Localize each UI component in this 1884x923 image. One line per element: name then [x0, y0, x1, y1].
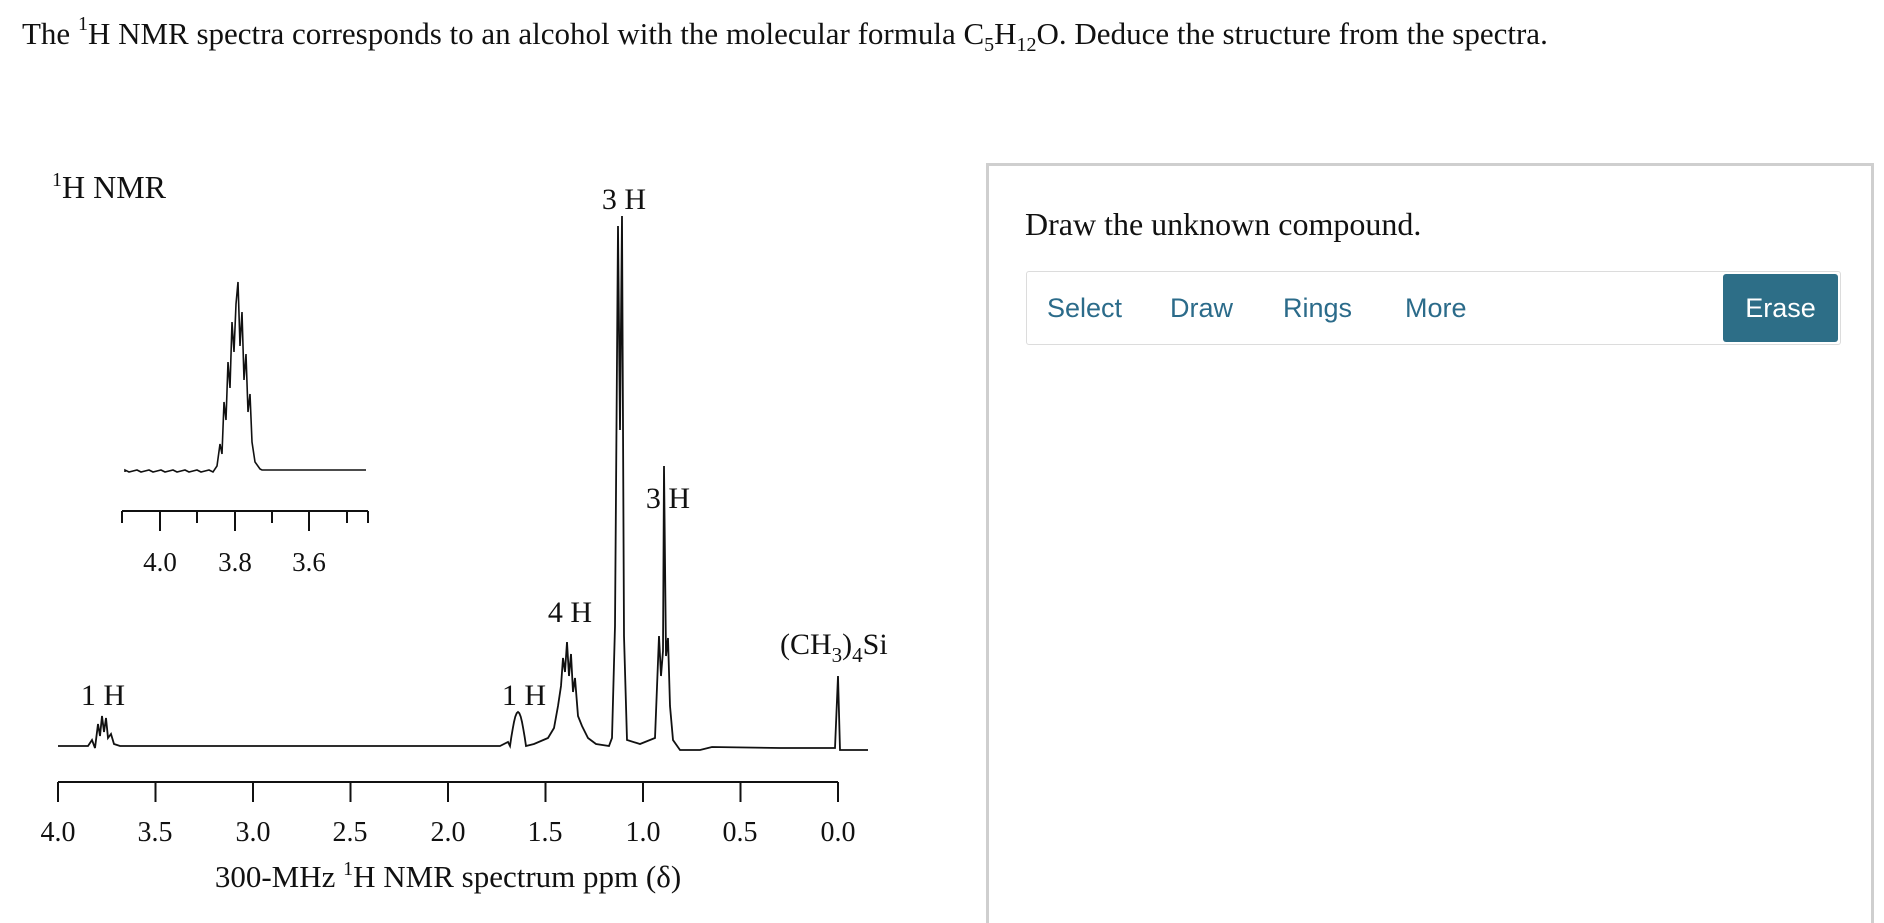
- peak-label-1-6: 1 H: [502, 679, 546, 712]
- x-tick-label: 4.0: [41, 817, 76, 848]
- draw-prompt: Draw the unknown compound.: [1025, 206, 1422, 242]
- inset-trace: [124, 281, 366, 474]
- drawing-canvas[interactable]: [1026, 356, 1841, 916]
- question-part: H NMR spectra corresponds to an alcohol …: [87, 16, 985, 51]
- rings-tool-button[interactable]: Rings: [1283, 272, 1352, 344]
- spectrum-title: 1H NMR: [52, 169, 167, 205]
- erase-button[interactable]: Erase: [1723, 274, 1838, 342]
- x-tick-label: 3.5: [138, 817, 173, 848]
- peak-label-3-7: 1 H: [81, 679, 125, 712]
- question-part: The: [22, 16, 78, 51]
- x-axis-tick-labels: 4.0 3.5 3.0 2.5 2.0 1.5 1.0 0.5 0.0: [41, 817, 856, 848]
- select-tool-button[interactable]: Select: [1047, 272, 1122, 344]
- x-tick-label: 3.0: [236, 817, 271, 848]
- drawing-panel: Draw the unknown compound. Select Draw R…: [986, 163, 1874, 923]
- question-text: The 1H NMR spectra corresponds to an alc…: [22, 12, 1872, 56]
- nmr-spectrum-chart: 1H NMR 4.0 3.8 3.6 1 H 1 H 4 H 3 H 3 H (…: [41, 169, 888, 894]
- superscript-one: 1: [77, 13, 88, 35]
- inset-tick-label: 3.8: [218, 547, 252, 577]
- x-tick-label: 0.0: [821, 817, 856, 848]
- x-tick-label: 2.0: [431, 817, 466, 848]
- peak-label-1-4: 4 H: [548, 596, 592, 629]
- peak-label-1-12: 3 H: [602, 183, 646, 216]
- spectrum-trace: [58, 215, 868, 751]
- x-tick-label: 2.5: [333, 817, 368, 848]
- inset-tick-label: 4.0: [143, 547, 177, 577]
- x-axis-label: 300-MHz 1H NMR spectrum ppm (δ): [215, 858, 681, 894]
- question-part: O. Deduce the structure from the spectra…: [1036, 16, 1548, 51]
- question-part: H: [994, 16, 1017, 51]
- x-tick-label: 1.5: [528, 817, 563, 848]
- x-tick-label: 1.0: [626, 817, 661, 848]
- draw-tool-button[interactable]: Draw: [1170, 272, 1233, 344]
- title-superscript: 1: [52, 169, 62, 191]
- inset-tick-label: 3.6: [292, 547, 326, 577]
- x-axis-ticks: [57, 782, 839, 802]
- subscript-twelve: 12: [1016, 34, 1037, 56]
- title-text: H NMR: [62, 169, 167, 205]
- x-tick-label: 0.5: [723, 817, 758, 848]
- peak-label-0-9: 3 H: [646, 482, 690, 515]
- inset-ticks: [121, 511, 369, 531]
- editor-toolbar: Select Draw Rings More Erase: [1026, 271, 1841, 345]
- subscript-five: 5: [984, 34, 995, 56]
- more-tool-button[interactable]: More: [1405, 272, 1467, 344]
- tms-label: (CH3)4Si: [780, 628, 888, 667]
